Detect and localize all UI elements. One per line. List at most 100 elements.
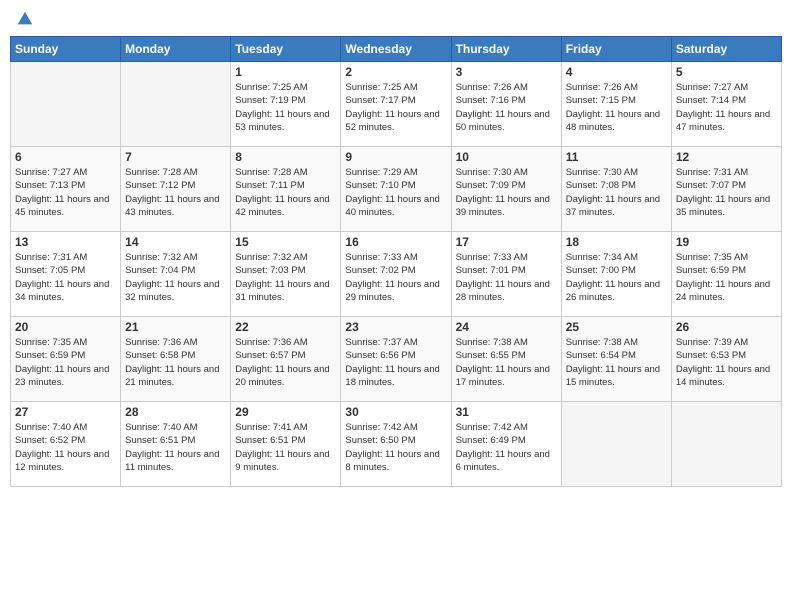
calendar-cell: 13 Sunrise: 7:31 AMSunset: 7:05 PMDayligh… [11,232,121,317]
calendar-cell: 8Sunrise: 7:28 AMSunset: 7:11 PMDaylight… [231,147,341,232]
day-info: Sunrise: 7:38 AMSunset: 6:54 PMDaylight:… [566,336,667,389]
day-number: 27 [15,405,116,419]
day-number: 12 [676,150,777,164]
day-info: Sunrise: 7:34 AMSunset: 7:00 PMDaylight:… [566,251,667,304]
day-info: Sunrise: 7:31 AMSunset: 7:07 PMDaylight:… [676,166,777,219]
day-info: Sunrise: 7:35 AMSunset: 6:59 PMDaylight:… [676,251,777,304]
calendar-cell: 30Sunrise: 7:42 AMSunset: 6:50 PMDayligh… [341,402,451,487]
calendar-cell: 31 Sunrise: 7:42 AMSunset: 6:49 PMDayligh… [451,402,561,487]
day-number: 9 [345,150,446,164]
calendar-cell: 4 Sunrise: 7:26 AMSunset: 7:15 PMDaylight… [561,62,671,147]
day-info: Sunrise: 7:28 AMSunset: 7:11 PMDaylight:… [235,166,336,219]
calendar-cell: 15 Sunrise: 7:32 AMSunset: 7:03 PMDayligh… [231,232,341,317]
logo-icon [16,10,34,28]
logo [14,10,34,28]
day-number: 2 [345,65,446,79]
day-number: 31 [456,405,557,419]
calendar-week-row: 6Sunrise: 7:27 AMSunset: 7:13 PMDaylight… [11,147,782,232]
calendar-cell [121,62,231,147]
calendar-cell: 1Sunrise: 7:25 AMSunset: 7:19 PMDaylight… [231,62,341,147]
calendar-cell: 29Sunrise: 7:41 AMSunset: 6:51 PMDayligh… [231,402,341,487]
day-info: Sunrise: 7:42 AMSunset: 6:49 PMDaylight:… [456,421,557,474]
day-number: 15 [235,235,336,249]
day-info: Sunrise: 7:41 AMSunset: 6:51 PMDaylight:… [235,421,336,474]
day-number: 20 [15,320,116,334]
day-number: 19 [676,235,777,249]
day-number: 18 [566,235,667,249]
calendar-cell: 27 Sunrise: 7:40 AMSunset: 6:52 PMDayligh… [11,402,121,487]
calendar-header-tuesday: Tuesday [231,37,341,62]
calendar-cell: 3 Sunrise: 7:26 AMSunset: 7:16 PMDaylight… [451,62,561,147]
day-info: Sunrise: 7:25 AMSunset: 7:17 PMDaylight:… [345,81,446,134]
calendar-week-row: 20 Sunrise: 7:35 AMSunset: 6:59 PMDayligh… [11,317,782,402]
calendar-cell: 9 Sunrise: 7:29 AMSunset: 7:10 PMDaylight… [341,147,451,232]
day-info: Sunrise: 7:40 AMSunset: 6:52 PMDaylight:… [15,421,116,474]
day-info: Sunrise: 7:27 AMSunset: 7:13 PMDaylight:… [15,166,116,219]
page-header [10,10,782,28]
calendar-cell: 25 Sunrise: 7:38 AMSunset: 6:54 PMDayligh… [561,317,671,402]
calendar-cell: 6Sunrise: 7:27 AMSunset: 7:13 PMDaylight… [11,147,121,232]
day-info: Sunrise: 7:35 AMSunset: 6:59 PMDaylight:… [15,336,116,389]
calendar-table: SundayMondayTuesdayWednesdayThursdayFrid… [10,36,782,487]
calendar-cell: 16 Sunrise: 7:33 AMSunset: 7:02 PMDayligh… [341,232,451,317]
calendar-cell: 5Sunrise: 7:27 AMSunset: 7:14 PMDaylight… [671,62,781,147]
day-info: Sunrise: 7:36 AMSunset: 6:57 PMDaylight:… [235,336,336,389]
day-info: Sunrise: 7:28 AMSunset: 7:12 PMDaylight:… [125,166,226,219]
day-info: Sunrise: 7:26 AMSunset: 7:16 PMDaylight:… [456,81,557,134]
calendar-cell: 22 Sunrise: 7:36 AMSunset: 6:57 PMDayligh… [231,317,341,402]
calendar-week-row: 1Sunrise: 7:25 AMSunset: 7:19 PMDaylight… [11,62,782,147]
day-number: 26 [676,320,777,334]
calendar-cell [561,402,671,487]
day-number: 17 [456,235,557,249]
day-info: Sunrise: 7:37 AMSunset: 6:56 PMDaylight:… [345,336,446,389]
calendar-header-friday: Friday [561,37,671,62]
day-info: Sunrise: 7:30 AMSunset: 7:09 PMDaylight:… [456,166,557,219]
day-number: 28 [125,405,226,419]
day-number: 4 [566,65,667,79]
calendar-cell: 26 Sunrise: 7:39 AMSunset: 6:53 PMDayligh… [671,317,781,402]
calendar-header-thursday: Thursday [451,37,561,62]
day-info: Sunrise: 7:33 AMSunset: 7:02 PMDaylight:… [345,251,446,304]
day-info: Sunrise: 7:36 AMSunset: 6:58 PMDaylight:… [125,336,226,389]
day-number: 23 [345,320,446,334]
day-number: 7 [125,150,226,164]
day-info: Sunrise: 7:33 AMSunset: 7:01 PMDaylight:… [456,251,557,304]
calendar-cell: 28 Sunrise: 7:40 AMSunset: 6:51 PMDayligh… [121,402,231,487]
day-info: Sunrise: 7:26 AMSunset: 7:15 PMDaylight:… [566,81,667,134]
day-info: Sunrise: 7:31 AMSunset: 7:05 PMDaylight:… [15,251,116,304]
calendar-header-monday: Monday [121,37,231,62]
day-number: 3 [456,65,557,79]
calendar-header-sunday: Sunday [11,37,121,62]
day-info: Sunrise: 7:40 AMSunset: 6:51 PMDaylight:… [125,421,226,474]
calendar-cell: 24 Sunrise: 7:38 AMSunset: 6:55 PMDayligh… [451,317,561,402]
day-info: Sunrise: 7:25 AMSunset: 7:19 PMDaylight:… [235,81,336,134]
calendar-cell: 14 Sunrise: 7:32 AMSunset: 7:04 PMDayligh… [121,232,231,317]
day-number: 30 [345,405,446,419]
day-number: 16 [345,235,446,249]
calendar-cell: 18 Sunrise: 7:34 AMSunset: 7:00 PMDayligh… [561,232,671,317]
calendar-cell [671,402,781,487]
calendar-week-row: 27 Sunrise: 7:40 AMSunset: 6:52 PMDayligh… [11,402,782,487]
calendar-cell: 19 Sunrise: 7:35 AMSunset: 6:59 PMDayligh… [671,232,781,317]
calendar-cell: 17 Sunrise: 7:33 AMSunset: 7:01 PMDayligh… [451,232,561,317]
day-number: 24 [456,320,557,334]
day-number: 11 [566,150,667,164]
calendar-cell [11,62,121,147]
calendar-header-saturday: Saturday [671,37,781,62]
day-number: 22 [235,320,336,334]
calendar-header-row: SundayMondayTuesdayWednesdayThursdayFrid… [11,37,782,62]
day-number: 25 [566,320,667,334]
day-number: 5 [676,65,777,79]
day-info: Sunrise: 7:30 AMSunset: 7:08 PMDaylight:… [566,166,667,219]
day-number: 14 [125,235,226,249]
day-info: Sunrise: 7:39 AMSunset: 6:53 PMDaylight:… [676,336,777,389]
day-info: Sunrise: 7:32 AMSunset: 7:03 PMDaylight:… [235,251,336,304]
calendar-cell: 10Sunrise: 7:30 AMSunset: 7:09 PMDayligh… [451,147,561,232]
calendar-cell: 23 Sunrise: 7:37 AMSunset: 6:56 PMDayligh… [341,317,451,402]
calendar-cell: 21 Sunrise: 7:36 AMSunset: 6:58 PMDayligh… [121,317,231,402]
day-number: 21 [125,320,226,334]
day-info: Sunrise: 7:32 AMSunset: 7:04 PMDaylight:… [125,251,226,304]
day-info: Sunrise: 7:38 AMSunset: 6:55 PMDaylight:… [456,336,557,389]
day-info: Sunrise: 7:29 AMSunset: 7:10 PMDaylight:… [345,166,446,219]
day-number: 13 [15,235,116,249]
